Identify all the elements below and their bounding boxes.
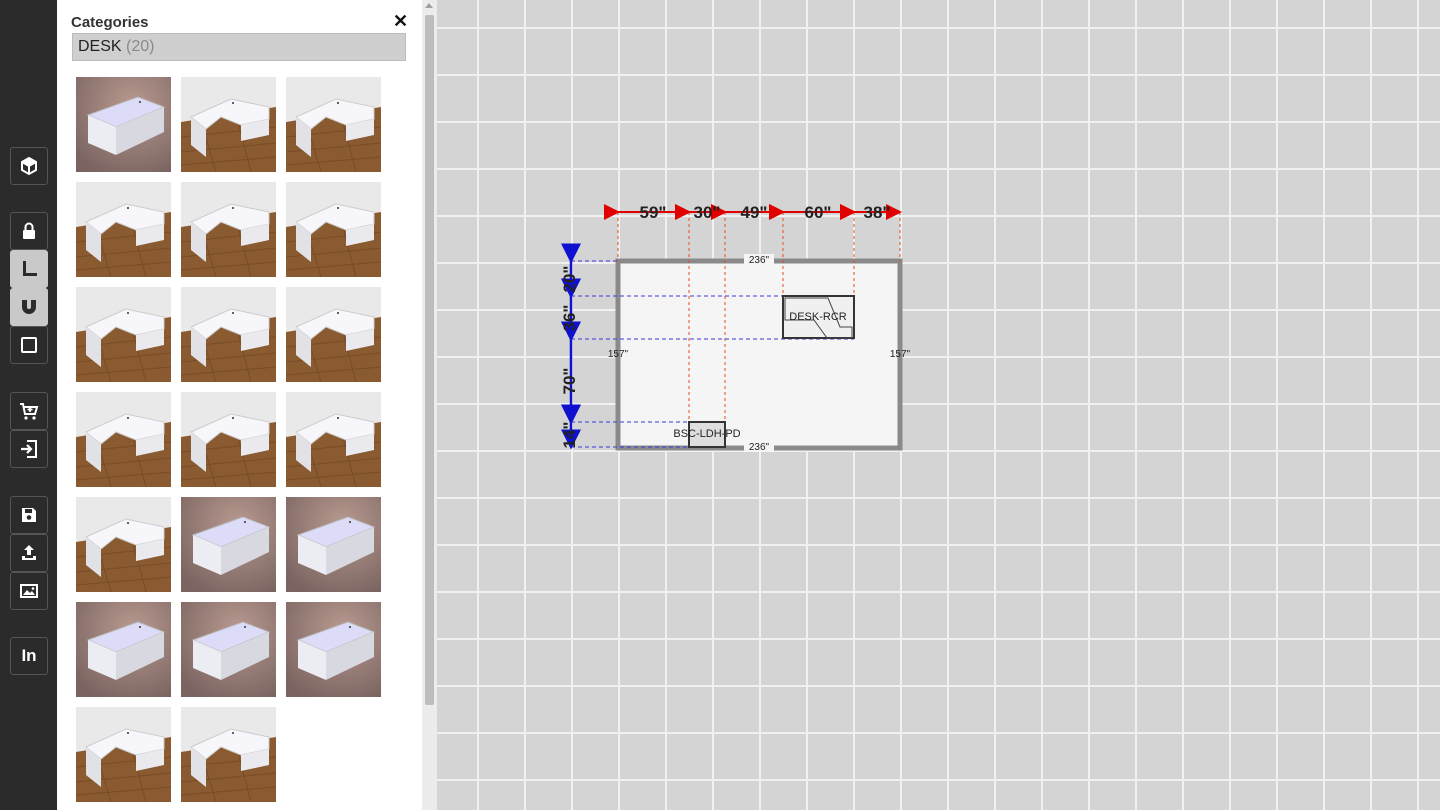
image-button[interactable] (10, 572, 48, 610)
lock-button[interactable] (10, 212, 48, 250)
vdim-label-1: 20" (560, 266, 579, 293)
rectangle-icon (21, 337, 37, 353)
room-width-bottom: 236" (749, 442, 770, 453)
save-icon (22, 508, 36, 522)
cart-button[interactable] (10, 392, 48, 430)
magnet-button[interactable] (10, 288, 48, 326)
lock-icon (23, 222, 35, 239)
desk-thumbnail[interactable] (286, 602, 381, 697)
import-button[interactable] (10, 430, 48, 468)
linkedin-button[interactable]: In (10, 637, 48, 675)
desk-thumbnail[interactable] (286, 497, 381, 592)
save-button[interactable] (10, 496, 48, 534)
dimension-tool-button[interactable] (10, 250, 48, 288)
dim-label-1: 59" (640, 203, 667, 222)
category-count: (20) (126, 38, 155, 55)
category-select[interactable]: DESK (20) (72, 33, 406, 61)
magnet-icon (22, 300, 36, 314)
cart-icon (20, 403, 39, 420)
desk-thumbnail[interactable] (76, 707, 171, 802)
desk-thumbnail[interactable] (76, 497, 171, 592)
category-name: DESK (78, 38, 122, 55)
desk-thumbnail[interactable] (181, 182, 276, 277)
desk-thumbnail[interactable] (181, 497, 276, 592)
scroll-thumb[interactable] (425, 15, 434, 705)
desk-thumbnail[interactable] (181, 77, 276, 172)
upload-button[interactable] (10, 534, 48, 572)
vdim-label-4: 14" (560, 422, 579, 449)
dimension-tool-icon (23, 261, 37, 276)
upload-icon (22, 545, 36, 560)
3d-view-icon (21, 156, 37, 176)
desk-thumbnail[interactable] (181, 707, 276, 802)
dim-label-3: 49" (741, 203, 768, 222)
desk-thumbnail[interactable] (76, 287, 171, 382)
left-toolbar: In (0, 0, 57, 810)
desk-rcr-label: DESK-RCR (789, 311, 847, 323)
dim-label-5: 38" (864, 203, 891, 222)
desk-thumbnail[interactable] (181, 287, 276, 382)
room-outline[interactable] (615, 258, 903, 451)
desk-thumbnail[interactable] (76, 182, 171, 277)
floor-plan: 59" 30" 49" 60" 38" 20" 36" 70" 14" 236"… (560, 203, 911, 453)
desk-thumbnail[interactable] (286, 182, 381, 277)
image-icon (20, 584, 38, 598)
vdim-label-3: 70" (560, 368, 579, 395)
vdim-label-2: 36" (560, 305, 579, 332)
scroll-up-icon[interactable] (425, 3, 433, 8)
panel-title: Categories (71, 14, 149, 31)
room-width-top: 236" (749, 255, 770, 266)
desk-thumbnail[interactable] (286, 287, 381, 382)
desk-thumbnail[interactable] (76, 77, 171, 172)
import-icon (21, 440, 37, 458)
room-depth-left: 157" (608, 349, 629, 360)
dim-label-4: 60" (805, 203, 832, 222)
room-depth-right: 157" (890, 349, 911, 360)
close-icon[interactable]: ✕ (393, 11, 408, 32)
desk-thumbnail[interactable] (181, 602, 276, 697)
panel-scrollbar[interactable] (422, 0, 437, 810)
desk-thumbnail[interactable] (76, 392, 171, 487)
desk-thumbnail[interactable] (181, 392, 276, 487)
desk-rcr-item[interactable]: DESK-RCR (782, 295, 855, 339)
bsc-ldh-pd-label: BSC-LDH-PD (673, 428, 740, 440)
rectangle-button[interactable] (10, 326, 48, 364)
desk-thumbnail[interactable] (286, 77, 381, 172)
linkedin-label: In (21, 646, 37, 665)
desk-thumbnail[interactable] (76, 602, 171, 697)
categories-panel: Categories ✕ DESK (20) (57, 0, 422, 810)
3d-view-button[interactable] (10, 147, 48, 185)
floor-plan-canvas[interactable]: 59" 30" 49" 60" 38" 20" 36" 70" 14" 236"… (437, 0, 1440, 810)
dim-label-2: 30" (694, 203, 721, 222)
desk-thumbnail[interactable] (286, 392, 381, 487)
